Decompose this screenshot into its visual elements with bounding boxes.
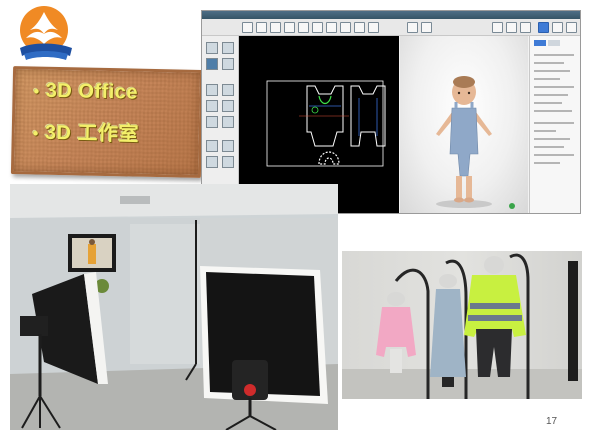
library-item[interactable] xyxy=(206,58,218,70)
library-item[interactable] xyxy=(222,116,234,128)
mannequin-scene xyxy=(342,253,582,399)
property-row[interactable] xyxy=(534,78,560,80)
property-row[interactable] xyxy=(534,54,574,56)
toolbar-icon[interactable] xyxy=(256,22,267,33)
property-row[interactable] xyxy=(534,146,564,148)
page-number: 17 xyxy=(546,416,558,427)
toolbar-icon[interactable] xyxy=(566,22,577,33)
property-tab[interactable] xyxy=(548,40,560,46)
school-logo xyxy=(20,6,72,60)
library-item[interactable] xyxy=(222,58,234,70)
toolbar xyxy=(202,19,580,36)
property-tab[interactable] xyxy=(534,40,546,46)
property-row[interactable] xyxy=(534,70,570,72)
toolbar-icon[interactable] xyxy=(492,22,503,33)
property-row[interactable] xyxy=(534,110,572,112)
bullet: • xyxy=(33,83,40,101)
library-item[interactable] xyxy=(206,100,218,112)
property-row[interactable] xyxy=(534,62,564,64)
hi-vis-shirt-mannequin xyxy=(464,256,526,377)
title-line-1: • 3D Office xyxy=(33,79,138,104)
pink-shirt-mannequin xyxy=(376,292,416,373)
softbox-icon xyxy=(200,266,328,404)
property-row[interactable] xyxy=(534,94,568,96)
library-item[interactable] xyxy=(206,156,218,168)
toolbar-icon[interactable] xyxy=(312,22,323,33)
toolbar-icon[interactable] xyxy=(242,22,253,33)
baby-avatar-icon xyxy=(436,76,515,209)
toolbar-icon[interactable] xyxy=(284,22,295,33)
toolbar-icon[interactable] xyxy=(407,22,418,33)
library-item[interactable] xyxy=(206,84,218,96)
title-text-3d-studio: 3D 工作室 xyxy=(44,121,140,146)
toolbar-icon[interactable] xyxy=(368,22,379,33)
toolbar-icon[interactable] xyxy=(270,22,281,33)
library-item[interactable] xyxy=(222,140,234,152)
toolbar-icon[interactable] xyxy=(552,22,563,33)
library-item[interactable] xyxy=(206,42,218,54)
title-line-2: • 3D 工作室 xyxy=(33,115,140,146)
library-item[interactable] xyxy=(222,42,234,54)
title-text-3d-office: 3D Office xyxy=(45,79,139,104)
bullet: • xyxy=(32,125,40,143)
property-row[interactable] xyxy=(534,138,570,140)
toolbar-icon[interactable] xyxy=(520,22,531,33)
library-item[interactable] xyxy=(206,116,218,128)
studio-photo xyxy=(10,184,338,430)
property-row[interactable] xyxy=(534,154,574,156)
toolbar-icon[interactable] xyxy=(326,22,337,33)
property-row[interactable] xyxy=(534,162,560,164)
toolbar-icon[interactable] xyxy=(354,22,365,33)
toolbar-icon[interactable] xyxy=(298,22,309,33)
title-plaque: • 3D Office • 3D 工作室 xyxy=(10,66,204,178)
property-row[interactable] xyxy=(534,102,562,104)
property-row[interactable] xyxy=(534,86,574,88)
library-item[interactable] xyxy=(206,140,218,152)
grey-dress-mannequin xyxy=(430,274,466,387)
avatar-3d-window[interactable] xyxy=(400,36,528,213)
library-item[interactable] xyxy=(222,100,234,112)
toolbar-icon[interactable] xyxy=(340,22,351,33)
window-titlebar xyxy=(202,11,580,19)
toolbar-icon[interactable] xyxy=(538,22,549,33)
mannequin-photo xyxy=(342,251,582,399)
library-item[interactable] xyxy=(222,84,234,96)
property-row[interactable] xyxy=(534,122,574,124)
studio-scene xyxy=(10,184,338,430)
property-panel xyxy=(529,36,580,213)
property-row[interactable] xyxy=(534,130,556,132)
monitor-icon xyxy=(68,234,116,272)
toolbar-icon[interactable] xyxy=(421,22,432,33)
library-item[interactable] xyxy=(222,156,234,168)
toolbar-icon[interactable] xyxy=(506,22,517,33)
